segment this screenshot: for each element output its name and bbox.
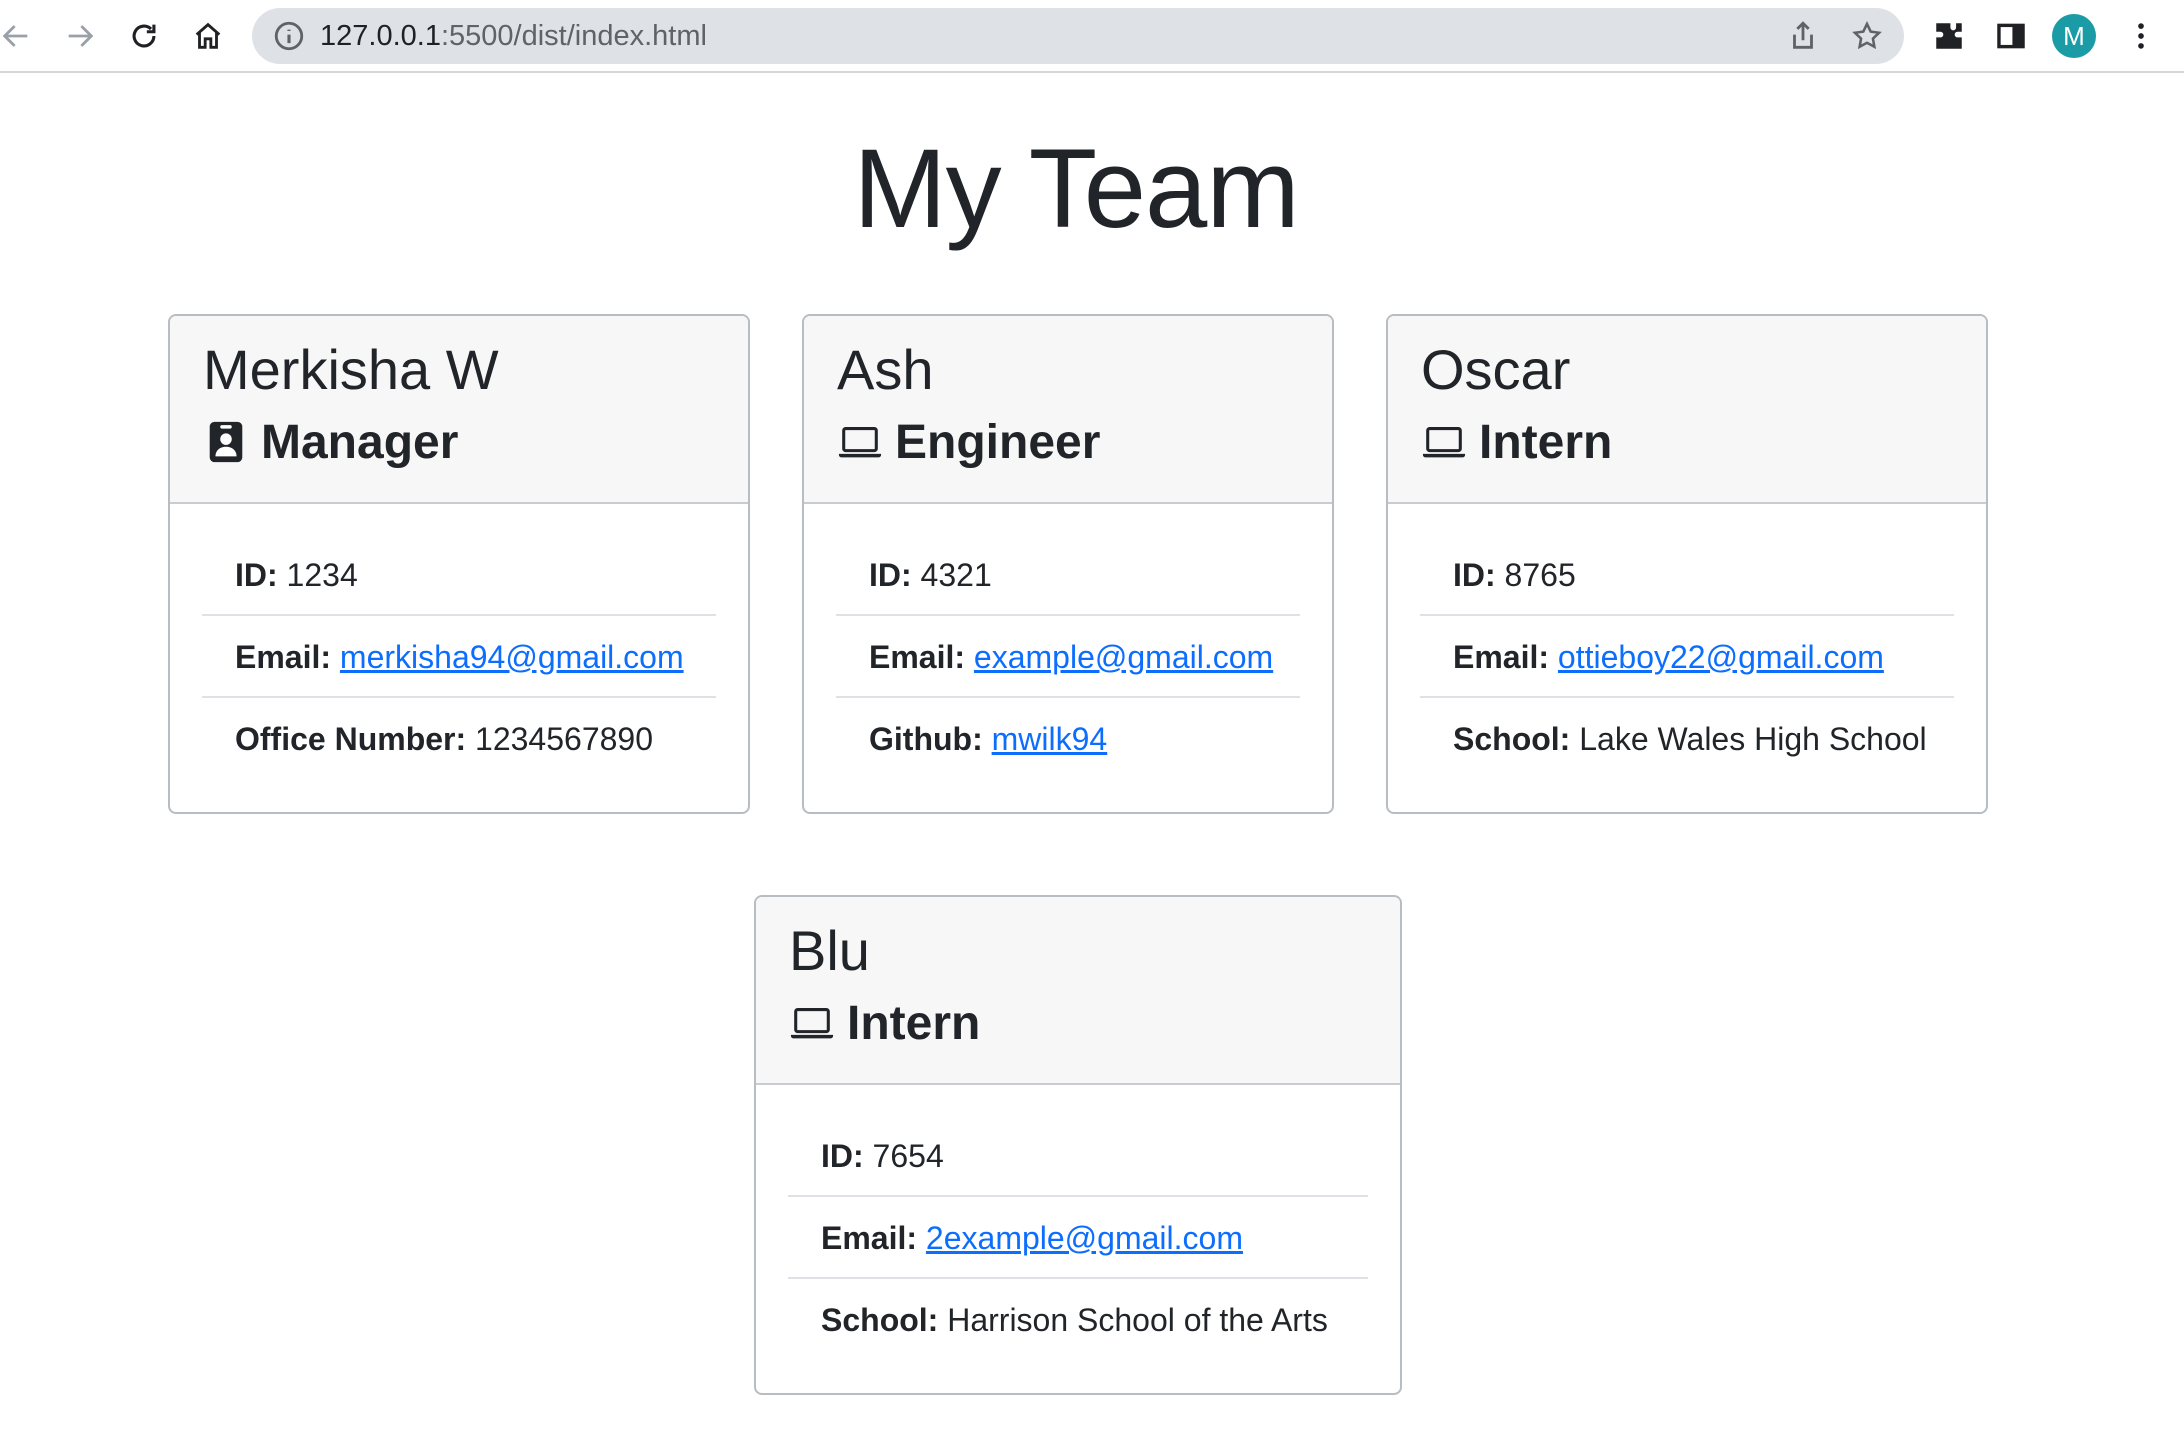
info-icon[interactable]	[272, 19, 306, 53]
role-label: Intern	[1479, 415, 1613, 469]
forward-button[interactable]	[56, 12, 104, 60]
id-label: ID:	[821, 1138, 864, 1174]
email-row: Email: 2example@gmail.com	[788, 1197, 1368, 1279]
id-value: 8765	[1504, 557, 1576, 593]
address-bar[interactable]: 127.0.0.1:5500/dist/index.html	[252, 8, 1904, 64]
email-row: Email: example@gmail.com	[836, 616, 1300, 698]
browser-toolbar: 127.0.0.1:5500/dist/index.html M	[0, 0, 2184, 73]
laptop-icon	[1422, 427, 1466, 458]
email-link[interactable]: ottieboy22@gmail.com	[1558, 639, 1884, 675]
laptop-icon	[790, 1008, 834, 1039]
email-label: Email:	[869, 639, 966, 675]
card-details-list: ID: 1234 Email: merkisha94@gmail.com Off…	[170, 504, 748, 780]
back-button[interactable]	[0, 12, 40, 60]
email-label: Email:	[1453, 639, 1550, 675]
role-label: Intern	[847, 996, 981, 1050]
more-menu-icon[interactable]	[2124, 19, 2158, 53]
arrow-right-icon	[68, 25, 94, 47]
id-row: ID: 4321	[836, 534, 1300, 616]
arrow-left-icon	[2, 25, 28, 47]
employee-role: Manager	[203, 412, 748, 472]
id-value: 7654	[872, 1138, 944, 1174]
id-row: ID: 1234	[202, 534, 716, 616]
profile-avatar[interactable]: M	[2052, 14, 2096, 58]
card-header: Blu Intern	[756, 897, 1400, 1085]
email-link[interactable]: merkisha94@gmail.com	[340, 639, 684, 675]
email-link[interactable]: example@gmail.com	[974, 639, 1273, 675]
card-details-list: ID: 4321 Email: example@gmail.com Github…	[804, 504, 1332, 780]
id-badge-icon	[209, 421, 243, 463]
id-row: ID: 8765	[1420, 534, 1954, 616]
email-label: Email:	[821, 1220, 918, 1256]
github-label: Github:	[869, 721, 983, 757]
card-header: Merkisha W Manager	[170, 316, 748, 504]
role-label: Manager	[261, 415, 459, 469]
school-label: School:	[821, 1302, 939, 1338]
employee-name: Merkisha W	[203, 338, 499, 401]
employee-card-engineer: Ash Engineer ID: 4321 Email: example@gma…	[802, 314, 1334, 814]
employee-role: Engineer	[837, 412, 1332, 472]
id-label: ID:	[869, 557, 912, 593]
address-url[interactable]: 127.0.0.1:5500/dist/index.html	[320, 8, 707, 64]
office-number-value: 1234567890	[475, 721, 653, 757]
employee-name: Ash	[837, 338, 934, 401]
side-panel-icon[interactable]	[1994, 19, 2028, 53]
employee-name: Blu	[789, 919, 870, 982]
employee-role: Intern	[789, 993, 1400, 1053]
id-label: ID:	[1453, 557, 1496, 593]
employee-name: Oscar	[1421, 338, 1571, 401]
email-label: Email:	[235, 639, 332, 675]
card-header: Ash Engineer	[804, 316, 1332, 504]
laptop-icon	[838, 427, 882, 458]
share-icon[interactable]	[1786, 19, 1820, 53]
school-row: School: Harrison School of the Arts	[788, 1279, 1368, 1361]
bookmark-star-icon[interactable]	[1850, 19, 1884, 53]
employee-card-intern: Oscar Intern ID: 8765 Email: ottieboy22@…	[1386, 314, 1988, 814]
email-row: Email: merkisha94@gmail.com	[202, 616, 716, 698]
employee-role: Intern	[1421, 412, 1986, 472]
github-link[interactable]: mwilk94	[992, 721, 1108, 757]
id-row: ID: 7654	[788, 1115, 1368, 1197]
card-details-list: ID: 7654 Email: 2example@gmail.com Schoo…	[756, 1085, 1400, 1361]
employee-card-intern: Blu Intern ID: 7654 Email: 2example@gmai…	[754, 895, 1402, 1395]
url-host: 127.0.0.1	[320, 20, 441, 52]
card-details-list: ID: 8765 Email: ottieboy22@gmail.com Sch…	[1388, 504, 1986, 780]
reload-icon	[132, 24, 156, 48]
school-row: School: Lake Wales High School	[1420, 698, 1954, 780]
office-number-row: Office Number: 1234567890	[202, 698, 716, 780]
home-button[interactable]	[184, 12, 232, 60]
school-label: School:	[1453, 721, 1571, 757]
card-header: Oscar Intern	[1388, 316, 1986, 504]
email-row: Email: ottieboy22@gmail.com	[1420, 616, 1954, 698]
employee-card-manager: Merkisha W Manager ID: 1234 Email: merki…	[168, 314, 750, 814]
school-value: Lake Wales High School	[1579, 721, 1927, 757]
page-title: My Team	[853, 126, 1299, 251]
reload-button[interactable]	[120, 12, 168, 60]
home-icon	[195, 22, 221, 49]
id-value: 1234	[286, 557, 358, 593]
id-value: 4321	[920, 557, 992, 593]
email-link[interactable]: 2example@gmail.com	[926, 1220, 1243, 1256]
id-label: ID:	[235, 557, 278, 593]
github-row: Github: mwilk94	[836, 698, 1300, 780]
url-path: :5500/dist/index.html	[440, 20, 707, 52]
extensions-puzzle-icon[interactable]	[1932, 19, 1966, 53]
role-label: Engineer	[895, 415, 1101, 469]
school-value: Harrison School of the Arts	[947, 1302, 1328, 1338]
office-number-label: Office Number:	[235, 721, 467, 757]
